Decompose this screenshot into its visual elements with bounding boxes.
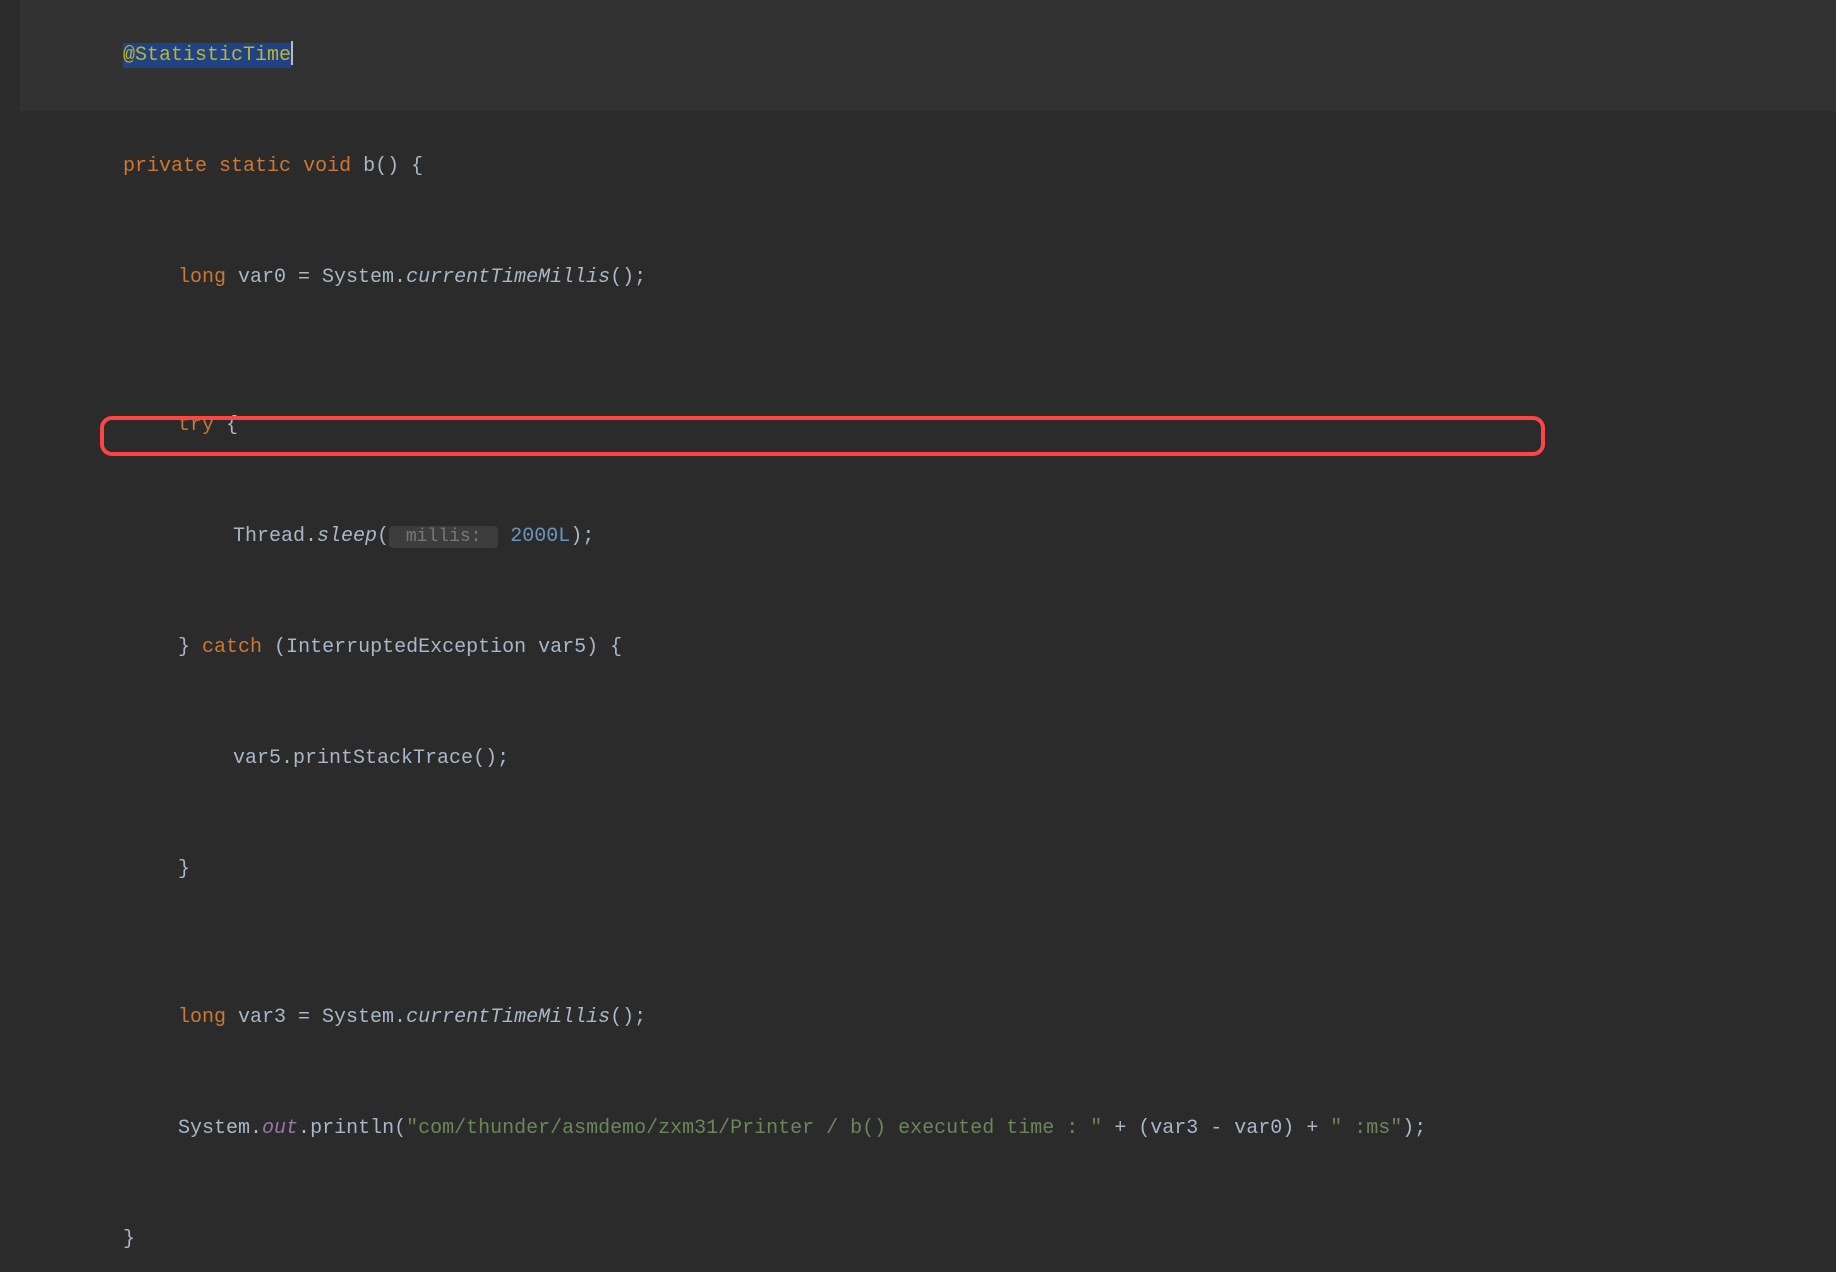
method-name: b	[363, 155, 375, 178]
code-line-var-decl2[interactable]: long var3 = System.currentTimeMillis();	[20, 962, 1836, 1073]
code-line-brace-close[interactable]: }	[20, 814, 1836, 925]
method-currentTimeMillis: currentTimeMillis	[406, 1006, 610, 1029]
code-line-try[interactable]: try {	[20, 370, 1836, 481]
code-line-catch[interactable]: } catch (InterruptedException var5) {	[20, 592, 1836, 703]
keyword-private: private	[123, 155, 207, 178]
number-literal: 2000L	[510, 525, 570, 548]
exception-decl: InterruptedException var5	[286, 636, 586, 659]
keyword-try: try	[178, 414, 214, 437]
keyword-long: long	[178, 266, 226, 289]
code-line-blank[interactable]	[20, 333, 1836, 370]
text-caret	[291, 41, 293, 65]
code-line-printstack[interactable]: var5.printStackTrace();	[20, 703, 1836, 814]
string-literal: " :ms"	[1330, 1117, 1402, 1140]
keyword-catch: catch	[202, 636, 262, 659]
string-literal: "com/thunder/asmdemo/zxm31/Printer / b()…	[406, 1117, 1102, 1140]
annotation: @StatisticTime	[123, 43, 291, 68]
method-sleep: sleep	[317, 525, 377, 548]
field-out: out	[262, 1117, 298, 1140]
code-line-annotation[interactable]: @StatisticTime	[20, 0, 1836, 111]
method-printStackTrace: printStackTrace	[293, 747, 473, 770]
code-editor[interactable]: @StatisticTime private static void b() {…	[0, 0, 1836, 1272]
code-line-sleep[interactable]: Thread.sleep( millis: 2000L);	[20, 481, 1836, 592]
code-line-blank[interactable]	[20, 925, 1836, 962]
code-line-method-close[interactable]: }	[20, 1184, 1836, 1272]
keyword-void: void	[303, 155, 351, 178]
code-line-method-signature[interactable]: private static void b() {	[20, 111, 1836, 222]
method-println: println	[310, 1117, 394, 1140]
code-line-println[interactable]: System.out.println("com/thunder/asmdemo/…	[20, 1073, 1836, 1184]
keyword-long: long	[178, 1006, 226, 1029]
code-line-var-decl[interactable]: long var0 = System.currentTimeMillis();	[20, 222, 1836, 333]
parameter-hint: millis:	[389, 526, 498, 548]
method-currentTimeMillis: currentTimeMillis	[406, 266, 610, 289]
keyword-static: static	[219, 155, 291, 178]
